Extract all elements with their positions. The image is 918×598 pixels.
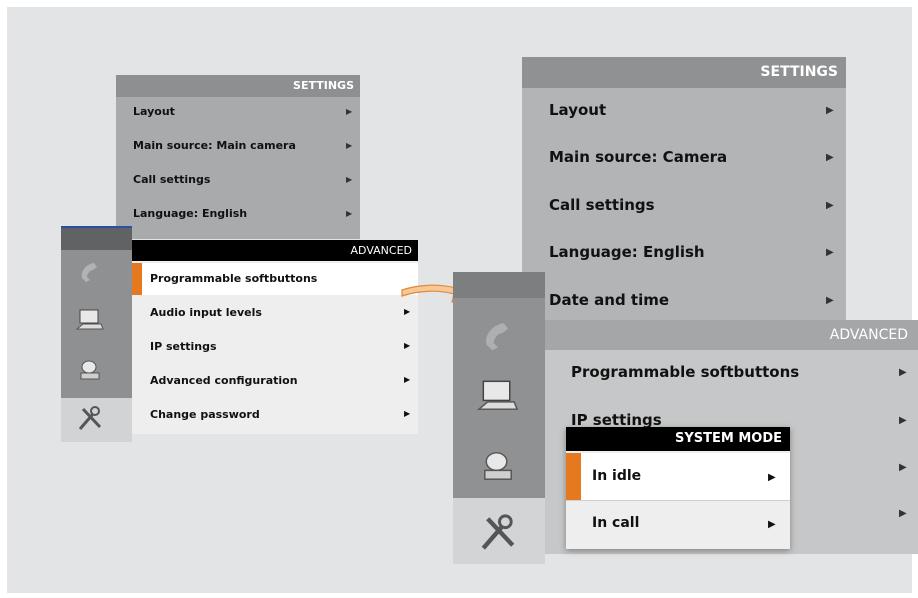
tools-icon[interactable] [468, 510, 528, 561]
left-advanced-selection-bar [132, 263, 142, 295]
system-mode-item-in-idle[interactable]: In idle [592, 468, 641, 484]
right-advanced-header: ADVANCED [545, 320, 918, 350]
camera-icon[interactable] [65, 357, 115, 388]
system-mode-divider [566, 500, 790, 501]
system-mode-item-in-call[interactable]: In call [592, 515, 639, 531]
right-settings-item-date-and-time[interactable]: Date and time [549, 291, 669, 309]
left-advanced-header: ADVANCED [132, 240, 418, 261]
left-advanced-item-change-password[interactable]: Change password [150, 408, 260, 421]
left-settings-item-main-source[interactable]: Main source: Main camera [133, 139, 296, 152]
left-settings-item-layout[interactable]: Layout [133, 105, 175, 118]
left-advanced-item-ip-settings[interactable]: IP settings [150, 340, 217, 353]
laptop-icon[interactable] [65, 307, 115, 338]
left-settings-item-call-settings[interactable]: Call settings [133, 173, 210, 186]
left-settings-item-language[interactable]: Language: English [133, 207, 247, 220]
phone-icon[interactable] [65, 258, 115, 291]
right-settings-item-call-settings[interactable]: Call settings [549, 196, 655, 214]
left-advanced-item-programmable-softbuttons[interactable]: Programmable softbuttons [150, 272, 317, 285]
system-mode-selection-bar [566, 453, 581, 500]
left-sidebar-top [61, 226, 132, 250]
right-settings-header: SETTINGS [522, 57, 846, 88]
right-sidebar-top [453, 272, 545, 298]
camera-icon[interactable] [468, 446, 528, 493]
system-mode-header: SYSTEM MODE [566, 427, 790, 451]
right-settings-item-main-source[interactable]: Main source: Camera [549, 148, 727, 166]
left-settings-header: SETTINGS [116, 75, 360, 97]
laptop-icon[interactable] [468, 376, 528, 423]
right-settings-menu [522, 57, 846, 327]
right-settings-item-layout[interactable]: Layout [549, 101, 606, 119]
left-advanced-item-advanced-configuration[interactable]: Advanced configuration [150, 374, 298, 387]
tools-icon[interactable] [65, 403, 115, 438]
phone-icon[interactable] [468, 316, 528, 363]
left-advanced-item-audio-input-levels[interactable]: Audio input levels [150, 306, 262, 319]
right-settings-item-language[interactable]: Language: English [549, 243, 705, 261]
right-advanced-item-programmable-softbuttons[interactable]: Programmable softbuttons [571, 363, 799, 381]
